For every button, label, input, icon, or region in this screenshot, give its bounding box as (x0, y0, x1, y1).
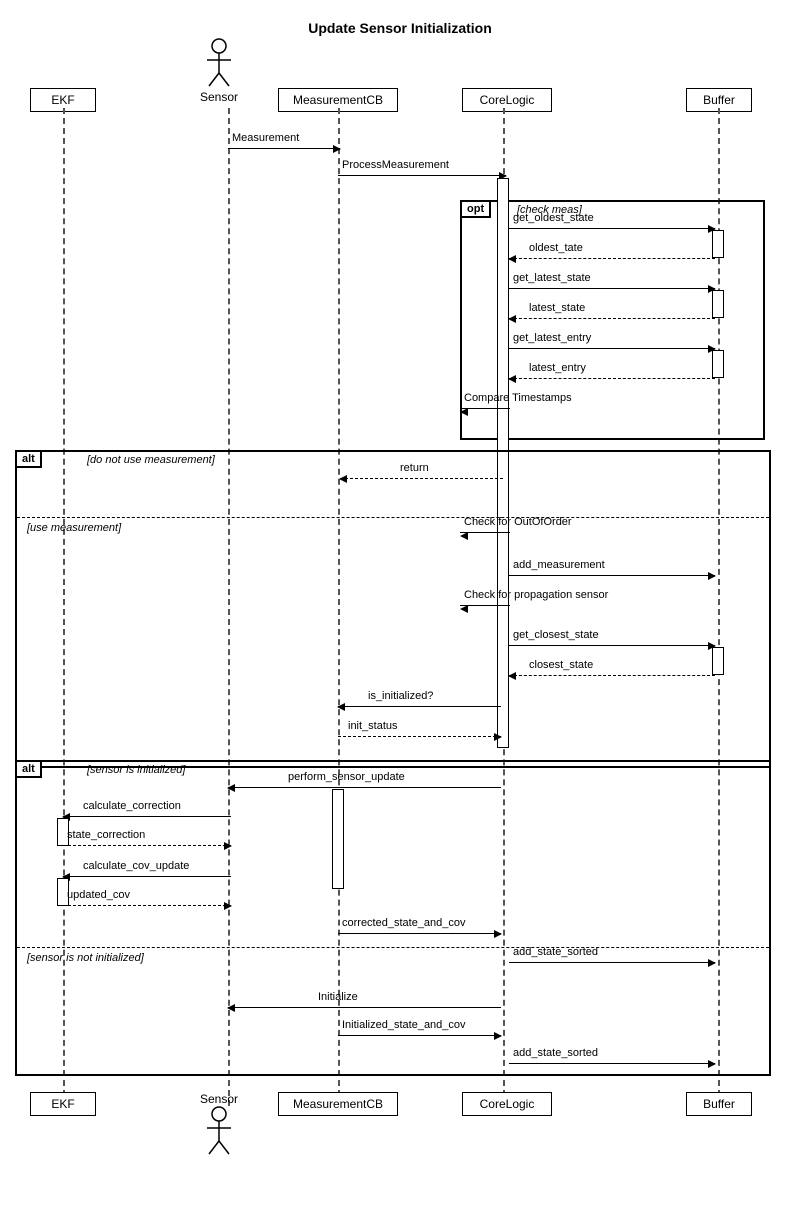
label-perform-sensor-update: perform_sensor_update (288, 771, 405, 783)
label-init-status: init_status (348, 720, 398, 732)
actor-sensor-bottom-label: Sensor (200, 1092, 238, 1106)
label-get-oldest: get_oldest_state (513, 212, 594, 224)
label-latest-state: latest_state (529, 302, 585, 314)
label-check-out-of-order: Check for OutOfOrder (464, 516, 572, 528)
label-state-correction: state_correction (67, 829, 145, 841)
activation-buffer-closest (712, 647, 724, 675)
actor-sensor-top-label: Sensor (200, 90, 238, 104)
label-add-measurement: add_measurement (513, 559, 605, 571)
label-compare-timestamps: Compare Timestamps (464, 392, 572, 404)
label-closest-state: closest_state (529, 659, 593, 671)
label-add-state-sorted-1: add_state_sorted (513, 946, 598, 958)
label-check-propagation: Check for propagation sensor (464, 589, 608, 601)
lifeline-measurementcb-bottom: MeasurementCB (278, 1092, 398, 1116)
activation-measurementcb (332, 789, 344, 889)
lifeline-buffer-bottom: Buffer (686, 1092, 752, 1116)
label-add-state-sorted-2: add_state_sorted (513, 1047, 598, 1059)
label-get-latest-state: get_latest_state (513, 272, 591, 284)
label-process-measurement: ProcessMeasurement (342, 159, 449, 171)
lifeline-ekf-bottom: EKF (30, 1092, 96, 1116)
sequence-diagram: Update Sensor Initialization EKF Sensor … (0, 0, 800, 1216)
label-measurement: Measurement (232, 132, 299, 144)
label-oldest-tate: oldest_tate (529, 242, 583, 254)
alt1-label: alt (15, 450, 42, 468)
label-calculate-correction: calculate_correction (83, 800, 181, 812)
label-updated-cov: updated_cov (67, 889, 130, 901)
label-initialize: Initialize (318, 991, 358, 1003)
alt2-guard1: [sensor is initialized] (87, 764, 185, 776)
actor-sensor-bottom: Sensor (200, 1092, 238, 1156)
label-initialized-state: Initialized_state_and_cov (342, 1019, 466, 1031)
label-calculate-cov: calculate_cov_update (83, 860, 189, 872)
alt1-guard2: [use measurement] (27, 522, 121, 534)
lifeline-corelogic-bottom: CoreLogic (462, 1092, 552, 1116)
alt2-guard2: [sensor is not initialized] (27, 952, 144, 964)
activation-buffer-latest-entry (712, 350, 724, 378)
lifeline-corelogic-top: CoreLogic (462, 88, 552, 112)
opt-label: opt (460, 200, 491, 218)
activation-buffer-oldest (712, 230, 724, 258)
label-is-initialized: is_initialized? (368, 690, 433, 702)
label-get-latest-entry: get_latest_entry (513, 332, 591, 344)
alt1-guard1: [do not use measurement] (87, 454, 215, 466)
activation-buffer-latest-state (712, 290, 724, 318)
label-corrected-state: corrected_state_and_cov (342, 917, 466, 929)
label-return: return (400, 462, 429, 474)
label-get-closest: get_closest_state (513, 629, 599, 641)
label-latest-entry: latest_entry (529, 362, 586, 374)
alt2-divider (17, 947, 769, 948)
arrow-process-measurement: ProcessMeasurement (338, 175, 506, 176)
diagram-title: Update Sensor Initialization (0, 8, 800, 44)
actor-sensor-top: Sensor (200, 38, 238, 104)
alt2-label: alt (15, 760, 42, 778)
alt1-divider (17, 517, 769, 518)
arrow-measurement: Measurement (228, 148, 340, 149)
